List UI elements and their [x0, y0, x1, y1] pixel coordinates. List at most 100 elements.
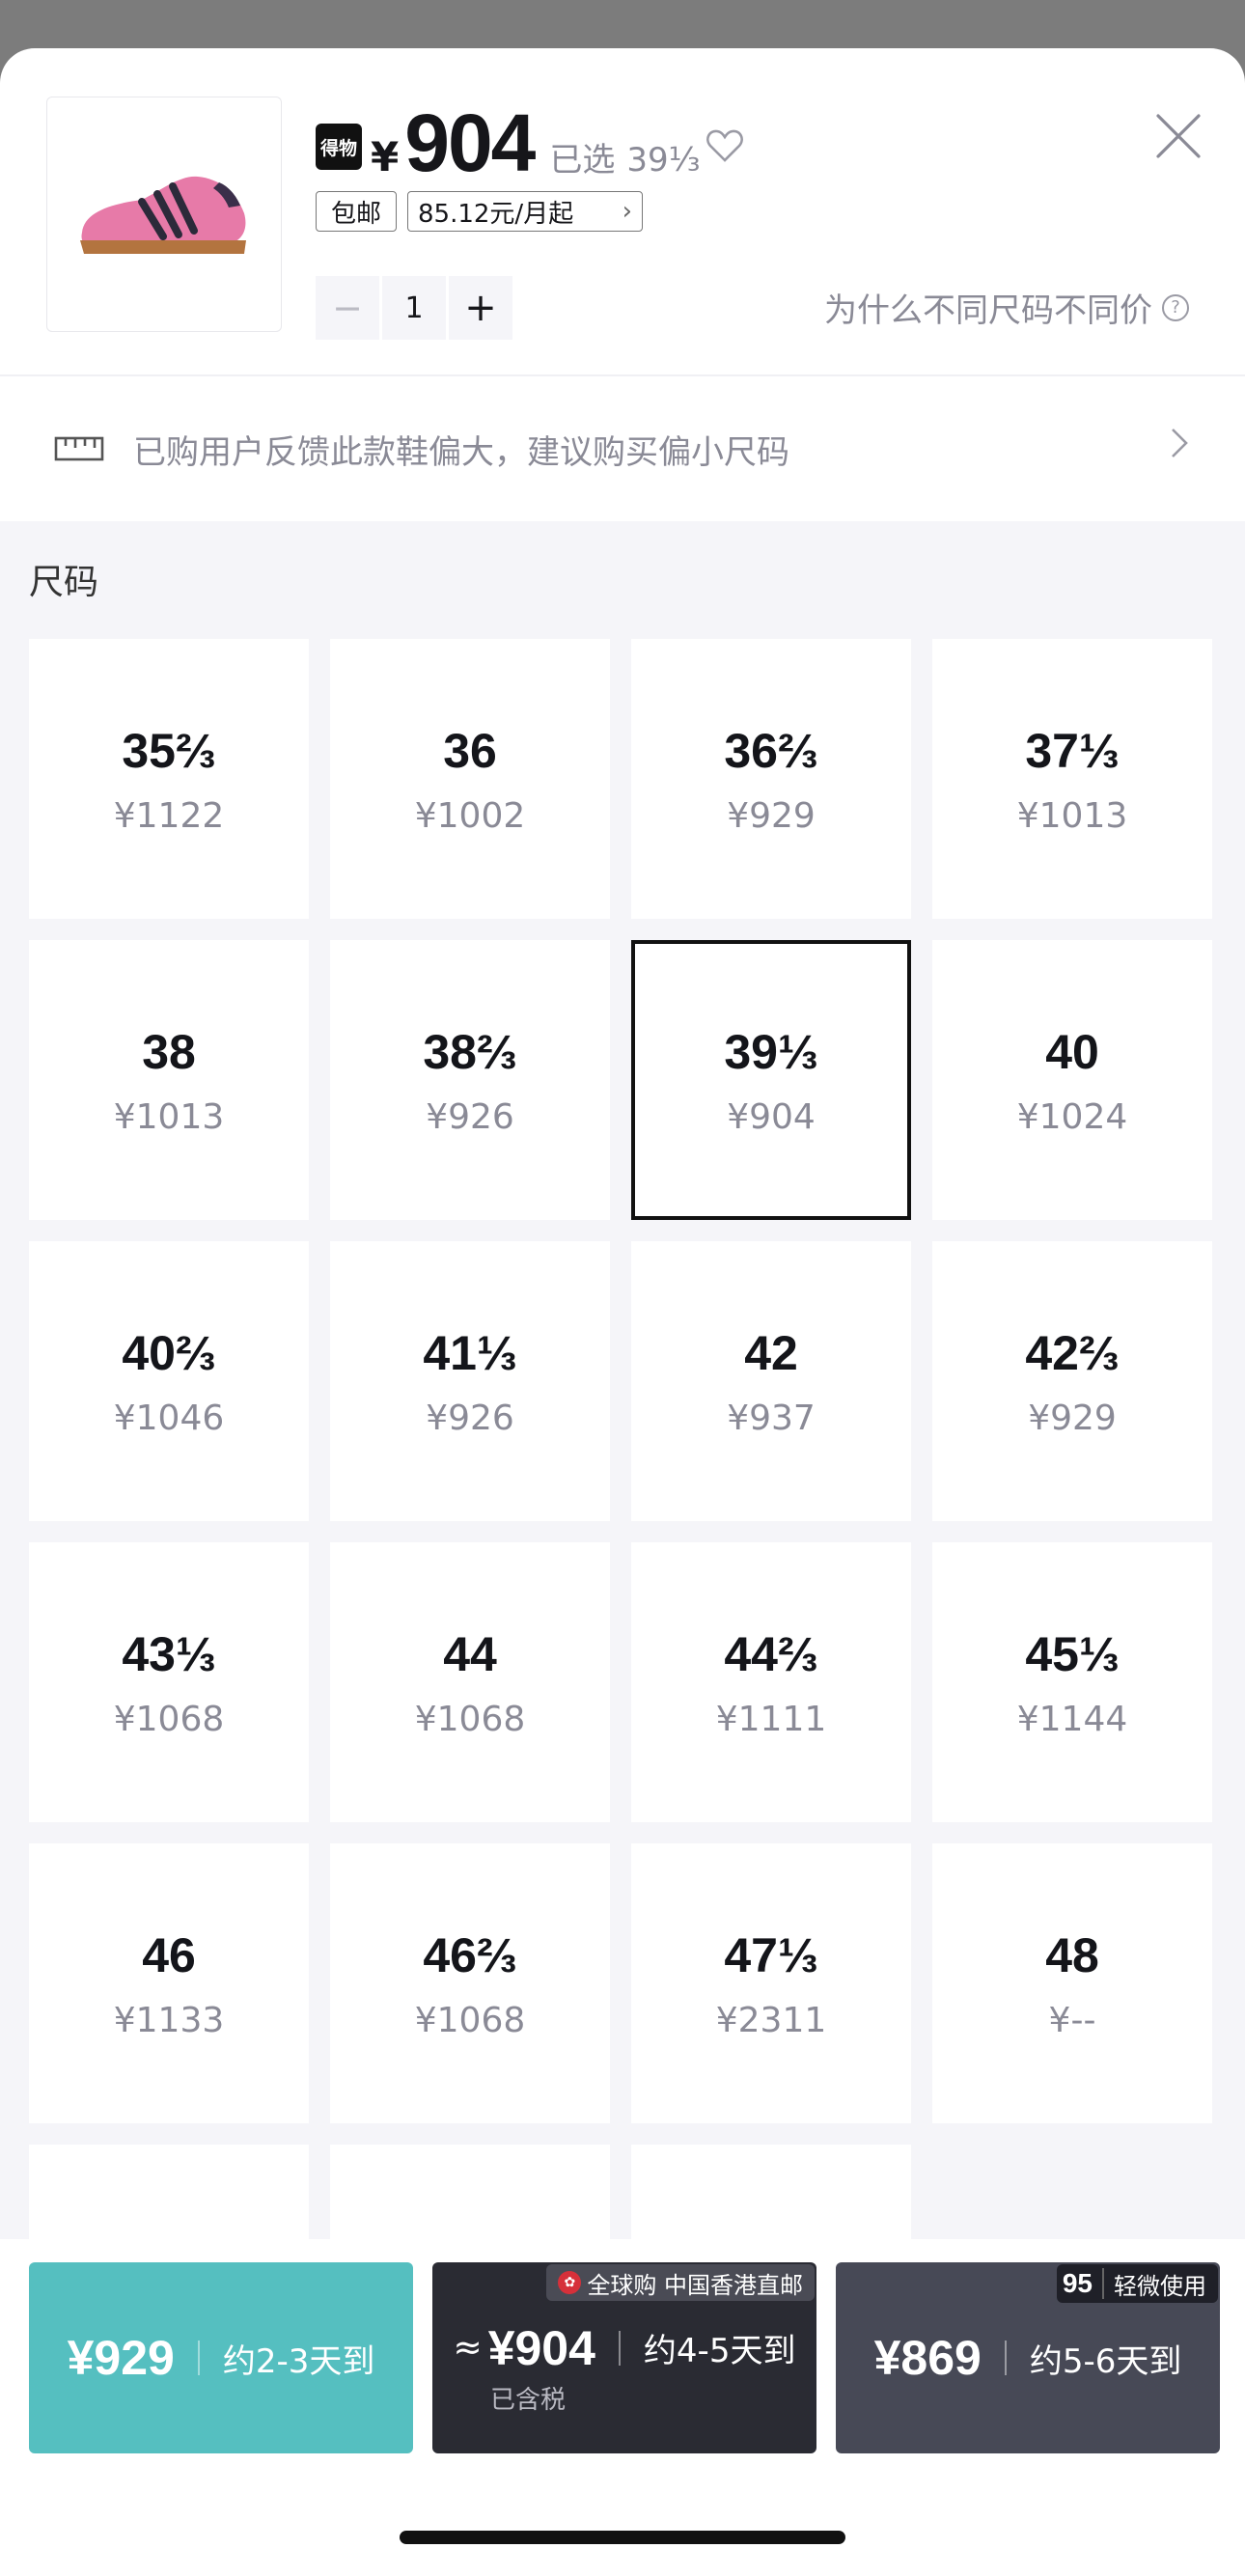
chevron-right-icon	[1172, 429, 1188, 457]
buy-price: ¥904	[487, 2320, 595, 2375]
buy-option-used[interactable]: 95 轻微使用 ¥869 约5-6天到	[836, 2262, 1220, 2453]
size-price: ¥1013	[113, 1096, 225, 1137]
increment-button[interactable]: +	[449, 276, 512, 340]
heart-icon[interactable]	[706, 129, 743, 166]
condition-label: 轻微使用	[1114, 2272, 1206, 2300]
product-thumbnail	[46, 97, 282, 332]
approx-symbol: ≈	[453, 2328, 483, 2368]
size-option[interactable]: 37⅓ ¥1013	[932, 639, 1212, 919]
size-price: ¥929	[1028, 1398, 1117, 1438]
global-purchase-label: 全球购 中国香港直邮	[587, 2271, 803, 2299]
size-label: 37⅓	[1025, 723, 1120, 778]
buy-price-row: ≈ ¥904 约4-5天到	[432, 2320, 816, 2376]
delivery-time: 约2-3天到	[222, 2341, 375, 2381]
size-price: ¥1068	[414, 2000, 526, 2040]
free-shipping-tag: 包邮	[316, 191, 397, 232]
size-option[interactable]: 40 ¥1024	[932, 940, 1212, 1220]
quantity-value[interactable]: 1	[382, 276, 446, 340]
size-option[interactable]: 41⅓ ¥926	[330, 1241, 610, 1521]
size-option[interactable]: 44⅔ ¥1111	[631, 1542, 911, 1822]
size-option[interactable]: 42 ¥937	[631, 1241, 911, 1521]
current-price: 904	[404, 97, 536, 188]
selected-size: 39⅓	[626, 141, 701, 180]
size-label: 44⅔	[724, 1626, 818, 1681]
size-option[interactable]: 36 ¥1002	[330, 639, 610, 919]
size-price: ¥1133	[113, 2000, 225, 2040]
size-option[interactable]: 38⅔ ¥926	[330, 940, 610, 1220]
separator	[197, 2341, 200, 2375]
dewu-logo-badge: 得物	[316, 124, 362, 170]
currency-symbol: ¥	[371, 133, 400, 180]
condition-grade: 95	[1063, 2268, 1104, 2299]
global-purchase-badge: ✿ 全球购 中国香港直邮	[546, 2264, 815, 2301]
size-label: 47⅓	[724, 1927, 818, 1982]
condition-badge: 95 轻微使用	[1056, 2264, 1218, 2303]
buy-price: ¥869	[873, 2331, 982, 2385]
sneaker-image	[80, 176, 246, 254]
size-price: ¥--	[1048, 2000, 1096, 2040]
size-label: 46⅔	[423, 1927, 517, 1982]
size-section-title: 尺码	[29, 563, 99, 602]
size-price: ¥926	[426, 1096, 514, 1137]
quantity-stepper: − 1 +	[316, 276, 512, 340]
size-panel: 尺码 35⅔ ¥1122 36 ¥1002 36⅔ ¥929 37⅓ ¥1013 38 ¥1013…	[0, 521, 1245, 2287]
size-label: 42⅔	[1025, 1325, 1120, 1380]
size-selector-sheet: 得物 ¥ 904 已选 39⅓ 包邮 85.12元/月起 › − 1 + 为什么不…	[0, 48, 1245, 2576]
size-option[interactable]: 40⅔ ¥1046	[29, 1241, 309, 1521]
size-label: 41⅓	[423, 1325, 517, 1380]
home-indicator[interactable]	[400, 2531, 845, 2544]
size-option[interactable]: 45⅓ ¥1144	[932, 1542, 1212, 1822]
size-price: ¥1002	[414, 795, 526, 836]
size-label: 38	[142, 1024, 196, 1079]
size-price: ¥1024	[1016, 1096, 1128, 1137]
size-option[interactable]: 47⅓ ¥2311	[631, 1843, 911, 2123]
size-option[interactable]: 43⅓ ¥1068	[29, 1542, 309, 1822]
buy-option-fast[interactable]: ¥929 约2-3天到	[29, 2262, 413, 2453]
decrement-button[interactable]: −	[316, 276, 379, 340]
delivery-time: 约5-6天到	[1029, 2341, 1182, 2381]
size-price: ¥1122	[113, 795, 225, 836]
free-shipping-label: 包邮	[330, 199, 381, 229]
delivery-time: 约4-5天到	[643, 2332, 796, 2370]
size-label: 42	[744, 1325, 798, 1380]
size-option[interactable]: 46 ¥1133	[29, 1843, 309, 2123]
size-option[interactable]: 39⅓ ¥904	[631, 940, 911, 1220]
size-label: 38⅔	[423, 1024, 517, 1079]
size-label: 43⅓	[122, 1626, 216, 1681]
size-option[interactable]: 36⅔ ¥929	[631, 639, 911, 919]
size-option[interactable]: 42⅔ ¥929	[932, 1241, 1212, 1521]
size-option[interactable]: 44 ¥1068	[330, 1542, 610, 1822]
size-price: ¥937	[727, 1398, 816, 1438]
size-price: ¥1068	[414, 1699, 526, 1739]
size-price: ¥1144	[1016, 1699, 1128, 1739]
separator	[1004, 2341, 1007, 2375]
size-label: 36	[443, 723, 497, 778]
installment-label: 85.12元/月起	[418, 199, 574, 229]
purchase-bar: ¥929 约2-3天到 ✿ 全球购 中国香港直邮 ≈ ¥904 约4-5天到 已…	[0, 2239, 1245, 2576]
size-label: 48	[1045, 1927, 1099, 1982]
selected-label: 已选	[549, 141, 616, 180]
size-advice-text: 已购用户反馈此款鞋偏大，建议购买偏小尺码	[133, 432, 789, 472]
buy-option-global[interactable]: ✿ 全球购 中国香港直邮 ≈ ¥904 约4-5天到 已含税	[432, 2262, 816, 2453]
size-price: ¥926	[426, 1398, 514, 1438]
ruler-icon	[54, 436, 104, 461]
price-difference-help[interactable]: 为什么不同尺码不同价 ?	[824, 284, 1189, 331]
size-option[interactable]: 48 ¥--	[932, 1843, 1212, 2123]
size-option[interactable]: 38 ¥1013	[29, 940, 309, 1220]
size-label: 44	[443, 1626, 497, 1681]
size-price: ¥1046	[113, 1398, 225, 1438]
size-price: ¥904	[727, 1096, 816, 1137]
size-label: 40⅔	[122, 1325, 216, 1380]
size-option[interactable]: 35⅔ ¥1122	[29, 639, 309, 919]
size-label: 35⅔	[122, 723, 216, 778]
size-advice-row[interactable]: 已购用户反馈此款鞋偏大，建议购买偏小尺码	[0, 376, 1245, 521]
chevron-right-icon: ›	[622, 197, 632, 226]
installment-tag[interactable]: 85.12元/月起 ›	[407, 191, 643, 232]
size-option[interactable]: 46⅔ ¥1068	[330, 1843, 610, 2123]
size-price: ¥1111	[715, 1699, 827, 1739]
close-icon[interactable]	[1154, 112, 1203, 164]
size-label: 45⅓	[1025, 1626, 1120, 1681]
price-difference-text: 为什么不同尺码不同价	[824, 291, 1152, 330]
separator	[618, 2330, 621, 2366]
size-label: 39⅓	[724, 1024, 818, 1079]
